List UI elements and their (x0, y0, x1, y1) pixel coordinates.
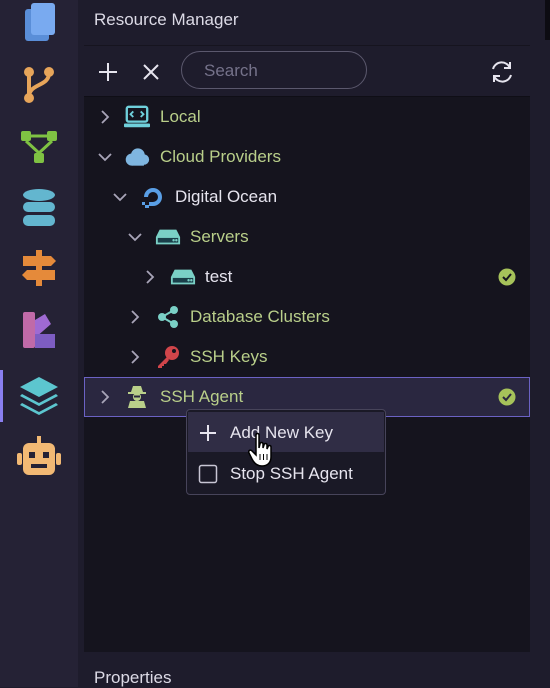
menu-item-stop-ssh-agent[interactable]: Stop SSH Agent (188, 453, 384, 493)
database-icon[interactable] (12, 183, 66, 233)
add-button[interactable] (94, 58, 122, 86)
layers-icon[interactable] (12, 370, 66, 420)
chevron-right-icon[interactable] (96, 388, 114, 406)
chevron-down-icon[interactable] (96, 148, 114, 166)
menu-item-label: Add New Key (230, 423, 333, 442)
tree-item-label: SSH Keys (190, 347, 268, 366)
active-indicator (0, 370, 3, 422)
right-edge (530, 0, 550, 687)
tree-item-cloud-providers[interactable]: Cloud Providers (84, 137, 530, 177)
tree-item-local[interactable]: Local (84, 97, 530, 137)
context-menu: Add New Key Stop SSH Agent (186, 409, 386, 495)
refresh-icon (492, 61, 512, 83)
hand-cursor-icon (248, 432, 272, 467)
tree-item-label: Servers (190, 227, 249, 246)
divider (545, 0, 550, 40)
plus-icon (99, 63, 117, 81)
panel-title: Resource Manager (94, 10, 239, 29)
robot-icon[interactable] (12, 432, 66, 482)
palette-icon[interactable] (12, 305, 66, 355)
tree-item-test[interactable]: test (84, 257, 530, 297)
activity-bar (0, 0, 78, 687)
share-nodes-icon (155, 305, 181, 329)
documents-icon[interactable] (12, 0, 66, 50)
workflow-icon[interactable] (12, 122, 66, 172)
chevron-right-icon[interactable] (126, 308, 144, 326)
agent-icon (124, 385, 150, 409)
server-icon (155, 225, 181, 249)
tree-item-database-clusters[interactable]: Database Clusters (84, 297, 530, 337)
tree-item-label: Digital Ocean (175, 187, 278, 206)
search-box (181, 51, 367, 89)
chevron-right-icon[interactable] (96, 108, 114, 126)
chevron-right-icon[interactable] (126, 348, 144, 366)
refresh-button[interactable] (488, 58, 516, 86)
tree-item-label: Database Clusters (190, 307, 330, 326)
tree-item-servers[interactable]: Servers (84, 217, 530, 257)
cloud-icon (124, 145, 150, 169)
connected-check-icon (498, 388, 516, 406)
connected-check-icon (498, 268, 516, 286)
checkbox-icon[interactable] (198, 464, 218, 484)
menu-item-add-new-key[interactable]: Add New Key (188, 412, 384, 452)
monitor-code-icon (124, 105, 150, 129)
tree-item-digital-ocean[interactable]: Digital Ocean (84, 177, 530, 217)
toolbar (84, 46, 530, 96)
digital-ocean-icon (140, 185, 166, 209)
search-input[interactable] (202, 60, 356, 82)
close-icon (143, 64, 159, 80)
key-icon (155, 345, 181, 369)
chevron-right-icon[interactable] (141, 268, 159, 286)
tree-item-ssh-keys[interactable]: SSH Keys (84, 337, 530, 377)
tree-item-label: Local (160, 107, 201, 126)
tree-item-label: Cloud Providers (160, 147, 281, 166)
tree-item-label: test (205, 267, 233, 286)
chevron-down-icon[interactable] (111, 188, 129, 206)
source-control-icon[interactable] (12, 60, 66, 110)
close-button[interactable] (137, 58, 165, 86)
tree-item-label: SSH Agent (160, 387, 244, 406)
properties-title[interactable]: Properties (94, 668, 171, 688)
plus-icon (200, 425, 216, 441)
resource-tree: Local Cloud Providers Digital Ocean Serv… (84, 97, 530, 652)
server-icon (170, 265, 196, 289)
resource-manager-panel: Resource Manager Local (84, 0, 530, 687)
properties-section: Properties (84, 652, 530, 687)
chevron-down-icon[interactable] (126, 228, 144, 246)
signpost-icon[interactable] (12, 243, 66, 293)
